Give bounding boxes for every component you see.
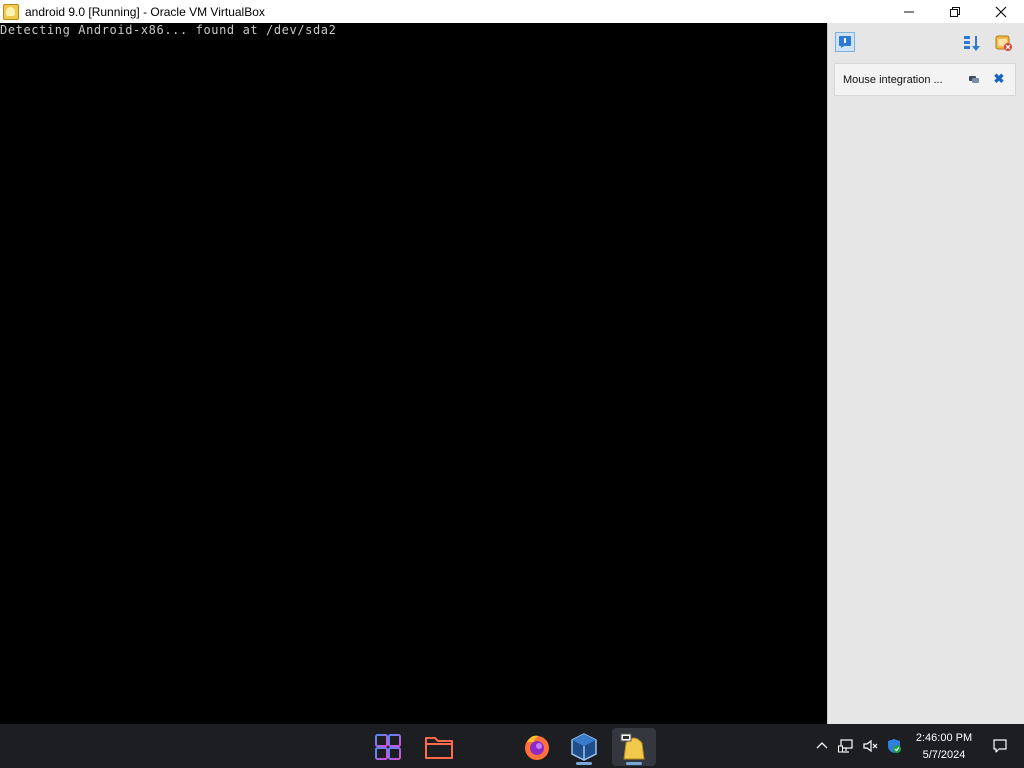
- clear-notifications-button[interactable]: [993, 34, 1013, 52]
- notification-filter-button[interactable]: [835, 32, 855, 52]
- notification-close-button[interactable]: ✖: [993, 72, 1005, 86]
- clock[interactable]: 2:46:00 PM 5/7/2024: [905, 730, 983, 764]
- minimize-button[interactable]: [886, 0, 932, 23]
- start-button[interactable]: [366, 728, 410, 766]
- clear-all-icon: [995, 35, 1012, 51]
- restore-icon: [950, 6, 960, 17]
- chat-bubble-icon: [969, 76, 979, 83]
- console-output-line: Detecting Android-x86... found at /dev/s…: [0, 23, 337, 37]
- notification-item[interactable]: Mouse integration ... ✖: [834, 63, 1016, 96]
- clock-time: 2:46:00 PM: [915, 732, 973, 744]
- virtualbox-manager-button[interactable]: [562, 728, 606, 766]
- vm-window-icon: [620, 733, 645, 760]
- network-icon[interactable]: [838, 738, 854, 754]
- folder-icon: [425, 737, 453, 759]
- system-tray: [814, 724, 902, 768]
- running-indicator: [576, 762, 592, 765]
- virtualbox-vm-button[interactable]: [612, 728, 656, 766]
- notification-toolbar: [828, 23, 1024, 59]
- message-icon: [993, 739, 1007, 753]
- file-explorer-button[interactable]: [417, 728, 461, 766]
- restore-button[interactable]: [932, 0, 978, 23]
- taskbar: 2:46:00 PM 5/7/2024: [0, 724, 1024, 768]
- firefox-icon: [525, 735, 549, 760]
- security-shield-icon[interactable]: [886, 738, 902, 754]
- running-indicator: [626, 762, 642, 765]
- sort-icon: [964, 36, 980, 51]
- volume-muted-icon[interactable]: [862, 738, 878, 754]
- notification-help-button[interactable]: [968, 73, 980, 85]
- close-button[interactable]: [978, 0, 1024, 23]
- windows-start-icon: [375, 734, 401, 760]
- virtualbox-icon: [571, 733, 597, 761]
- minimize-icon: [904, 11, 914, 12]
- firefox-button[interactable]: [515, 728, 559, 766]
- window-titlebar[interactable]: android 9.0 [Running] - Oracle VM Virtua…: [0, 0, 1024, 23]
- window-title: android 9.0 [Running] - Oracle VM Virtua…: [25, 4, 265, 19]
- sort-notifications-button[interactable]: [963, 34, 981, 52]
- chevron-up-icon[interactable]: [814, 738, 830, 754]
- notification-center: Mouse integration ... ✖: [827, 23, 1024, 724]
- close-icon: [995, 6, 1007, 17]
- clock-date: 5/7/2024: [922, 749, 966, 761]
- info-icon: [839, 36, 851, 48]
- window-controls: [886, 0, 1024, 23]
- virtualbox-vm-icon: [3, 3, 19, 20]
- notification-text: Mouse integration ...: [843, 73, 943, 86]
- notifications-button[interactable]: [992, 738, 1008, 759]
- vm-display[interactable]: Detecting Android-x86... found at /dev/s…: [0, 23, 827, 724]
